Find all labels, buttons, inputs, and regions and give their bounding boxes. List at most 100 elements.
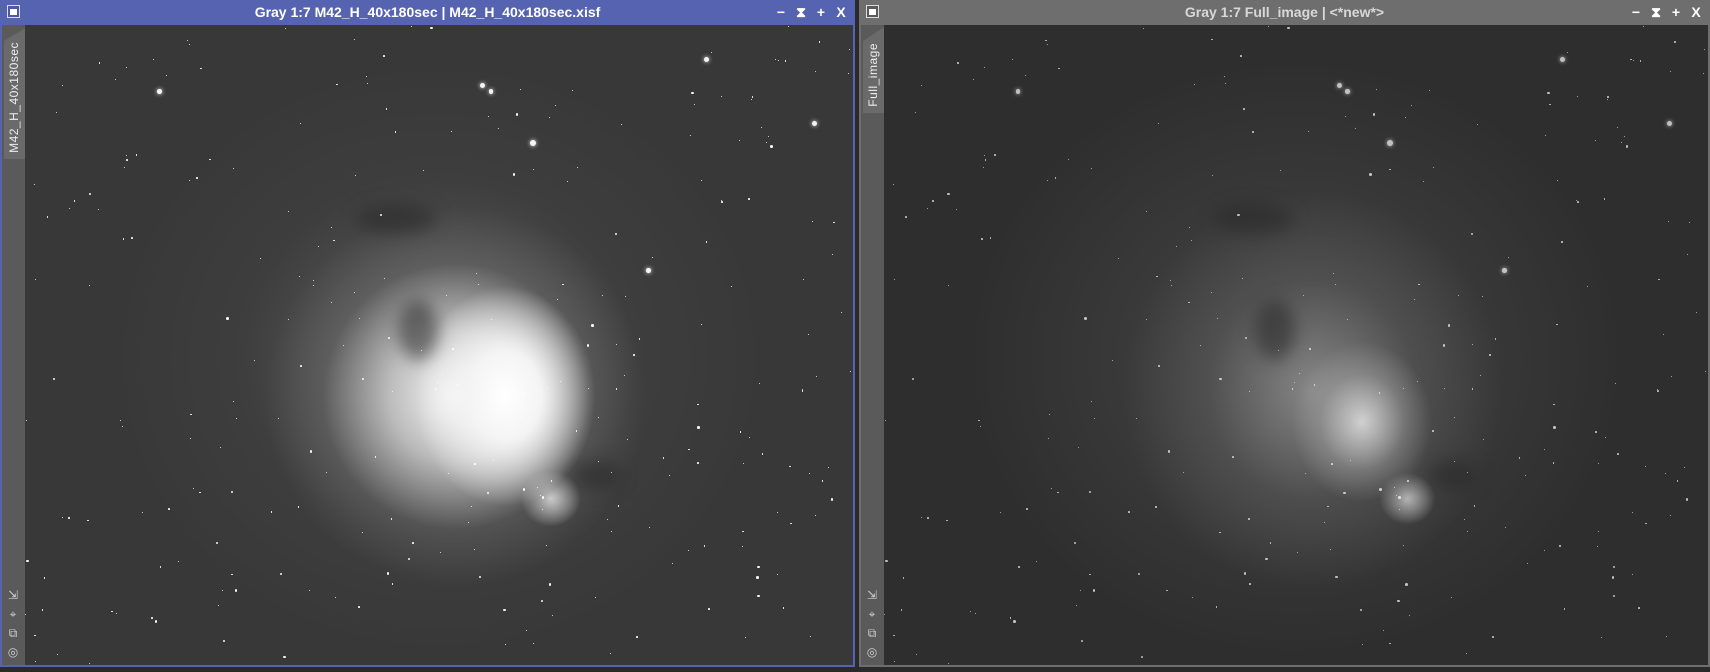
- star: [318, 245, 320, 247]
- star: [1167, 450, 1171, 453]
- star: [121, 426, 123, 427]
- star: [1407, 480, 1409, 482]
- window-title-bar[interactable]: Gray 1:7 Full_image | <*new*> − ⧗ + X: [861, 0, 1708, 25]
- star: [915, 654, 917, 656]
- window-title-bar[interactable]: Gray 1:7 M42_H_40x180sec | M42_H_40x180s…: [2, 0, 853, 25]
- star: [1140, 655, 1144, 659]
- star: [1335, 575, 1338, 579]
- star: [1502, 268, 1507, 273]
- star: [33, 183, 35, 185]
- target-icon[interactable]: ◎: [6, 645, 20, 659]
- star: [1576, 96, 1578, 98]
- star: [1557, 179, 1558, 181]
- dust-lane: [356, 204, 437, 235]
- star: [808, 333, 810, 335]
- image-window-m42[interactable]: Gray 1:7 M42_H_40x180sec | M42_H_40x180s…: [0, 0, 855, 667]
- maximize-button[interactable]: +: [815, 0, 827, 25]
- resize-icon[interactable]: ⇲: [6, 588, 20, 602]
- star: [1188, 226, 1190, 228]
- star: [1594, 140, 1596, 142]
- star: [490, 319, 492, 321]
- image-window-full-image[interactable]: Gray 1:7 Full_image | <*new*> − ⧗ + X Fu…: [859, 0, 1710, 667]
- star: [1687, 253, 1689, 255]
- clone-view-icon[interactable]: ⧉: [6, 626, 20, 640]
- view-tab[interactable]: Full_image: [863, 27, 884, 113]
- dust-lane: [571, 460, 622, 491]
- star: [478, 575, 482, 579]
- star: [539, 495, 541, 497]
- star: [1703, 48, 1705, 50]
- star: [1291, 388, 1294, 390]
- star: [594, 596, 596, 598]
- star: [159, 566, 162, 568]
- star: [519, 89, 521, 91]
- star: [1361, 644, 1363, 646]
- star: [777, 60, 779, 62]
- star: [1299, 372, 1301, 374]
- star: [530, 140, 537, 147]
- star: [116, 613, 118, 615]
- star: [1330, 549, 1332, 551]
- star: [548, 117, 550, 119]
- star: [1143, 27, 1145, 29]
- star: [1695, 311, 1698, 314]
- star: [1067, 158, 1070, 161]
- star: [828, 467, 830, 469]
- star: [61, 516, 63, 518]
- fit-view-icon[interactable]: ⌖: [6, 607, 20, 621]
- star: [1048, 413, 1051, 416]
- star: [689, 134, 691, 136]
- star: [833, 221, 835, 224]
- image-view[interactable]: [884, 25, 1708, 665]
- star: [562, 283, 564, 286]
- minimize-button[interactable]: −: [1630, 0, 1642, 25]
- star: [1616, 127, 1618, 129]
- image-view[interactable]: [25, 25, 853, 665]
- window-menu-icon[interactable]: [866, 5, 879, 18]
- view-tab-strip: Full_image ⇲ ⌖ ⧉ ◎: [861, 25, 884, 665]
- star: [557, 298, 559, 300]
- star: [190, 413, 192, 416]
- star: [1524, 474, 1527, 477]
- star: [911, 377, 915, 381]
- fit-view-icon[interactable]: ⌖: [865, 607, 879, 621]
- star: [476, 272, 478, 274]
- star: [1137, 572, 1141, 576]
- star: [177, 561, 179, 563]
- star: [196, 177, 198, 179]
- star: [900, 609, 903, 611]
- shade-button[interactable]: ⧗: [795, 0, 807, 25]
- star: [1553, 426, 1556, 429]
- star: [125, 67, 127, 69]
- star: [708, 608, 710, 610]
- star: [1219, 377, 1222, 381]
- view-tab[interactable]: M42_H_40x180sec: [4, 27, 27, 159]
- star: [330, 301, 333, 304]
- star: [932, 200, 934, 202]
- window-menu-icon[interactable]: [7, 5, 20, 18]
- star: [615, 388, 618, 390]
- star: [703, 545, 706, 547]
- star: [1450, 596, 1452, 598]
- target-icon[interactable]: ◎: [865, 645, 879, 659]
- star: [776, 574, 778, 576]
- star: [386, 572, 390, 575]
- resize-icon[interactable]: ⇲: [865, 588, 879, 602]
- close-button[interactable]: X: [1690, 0, 1702, 25]
- close-button[interactable]: X: [835, 0, 847, 25]
- clone-view-icon[interactable]: ⧉: [865, 626, 879, 640]
- minimize-button[interactable]: −: [775, 0, 787, 25]
- star: [1559, 57, 1565, 62]
- star: [625, 295, 627, 297]
- star: [1287, 26, 1290, 30]
- star: [1480, 374, 1482, 376]
- star: [1612, 594, 1616, 598]
- star: [477, 283, 480, 286]
- maximize-button[interactable]: +: [1670, 0, 1682, 25]
- star: [1411, 105, 1413, 107]
- star: [325, 472, 327, 474]
- shade-button[interactable]: ⧗: [1650, 0, 1662, 25]
- star: [1211, 38, 1213, 41]
- star: [407, 557, 411, 561]
- star: [1416, 380, 1418, 382]
